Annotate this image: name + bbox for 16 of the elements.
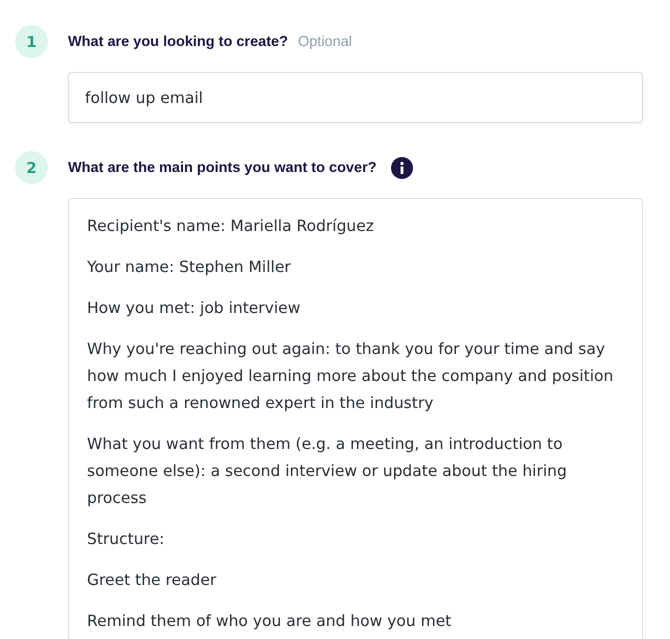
question-label: What are the main points you want to cover?: [68, 160, 377, 176]
paragraph: Why you're reaching out again: to thank you for your time and say how much I enjoyed learning more about the company and position from such a renowned expert in the industry: [87, 339, 614, 414]
info-icon[interactable]: [390, 156, 413, 178]
input-field[interactable]: follow up email: [68, 72, 643, 123]
step-number: 2: [15, 151, 48, 184]
paragraph: How you met: job interview: [87, 298, 302, 319]
step-number: 1: [15, 25, 48, 58]
paragraph: Remind them of who you are and how you met: [87, 611, 452, 632]
text-area[interactable]: [68, 198, 643, 639]
paragraph: What you want from them (e.g. a meeting, an introduction to someone else): a second interview or update about the hiring process: [87, 434, 568, 509]
paragraph: Greet the reader: [87, 570, 218, 591]
paragraph: Structure:: [87, 529, 166, 550]
paragraph: Your name: Stephen Miller: [87, 257, 292, 278]
optional-label: Optional: [298, 34, 352, 50]
question-label: What are you looking to create?: [68, 34, 288, 50]
paragraph: Recipient's name: Mariella Rodríguez: [87, 216, 375, 237]
